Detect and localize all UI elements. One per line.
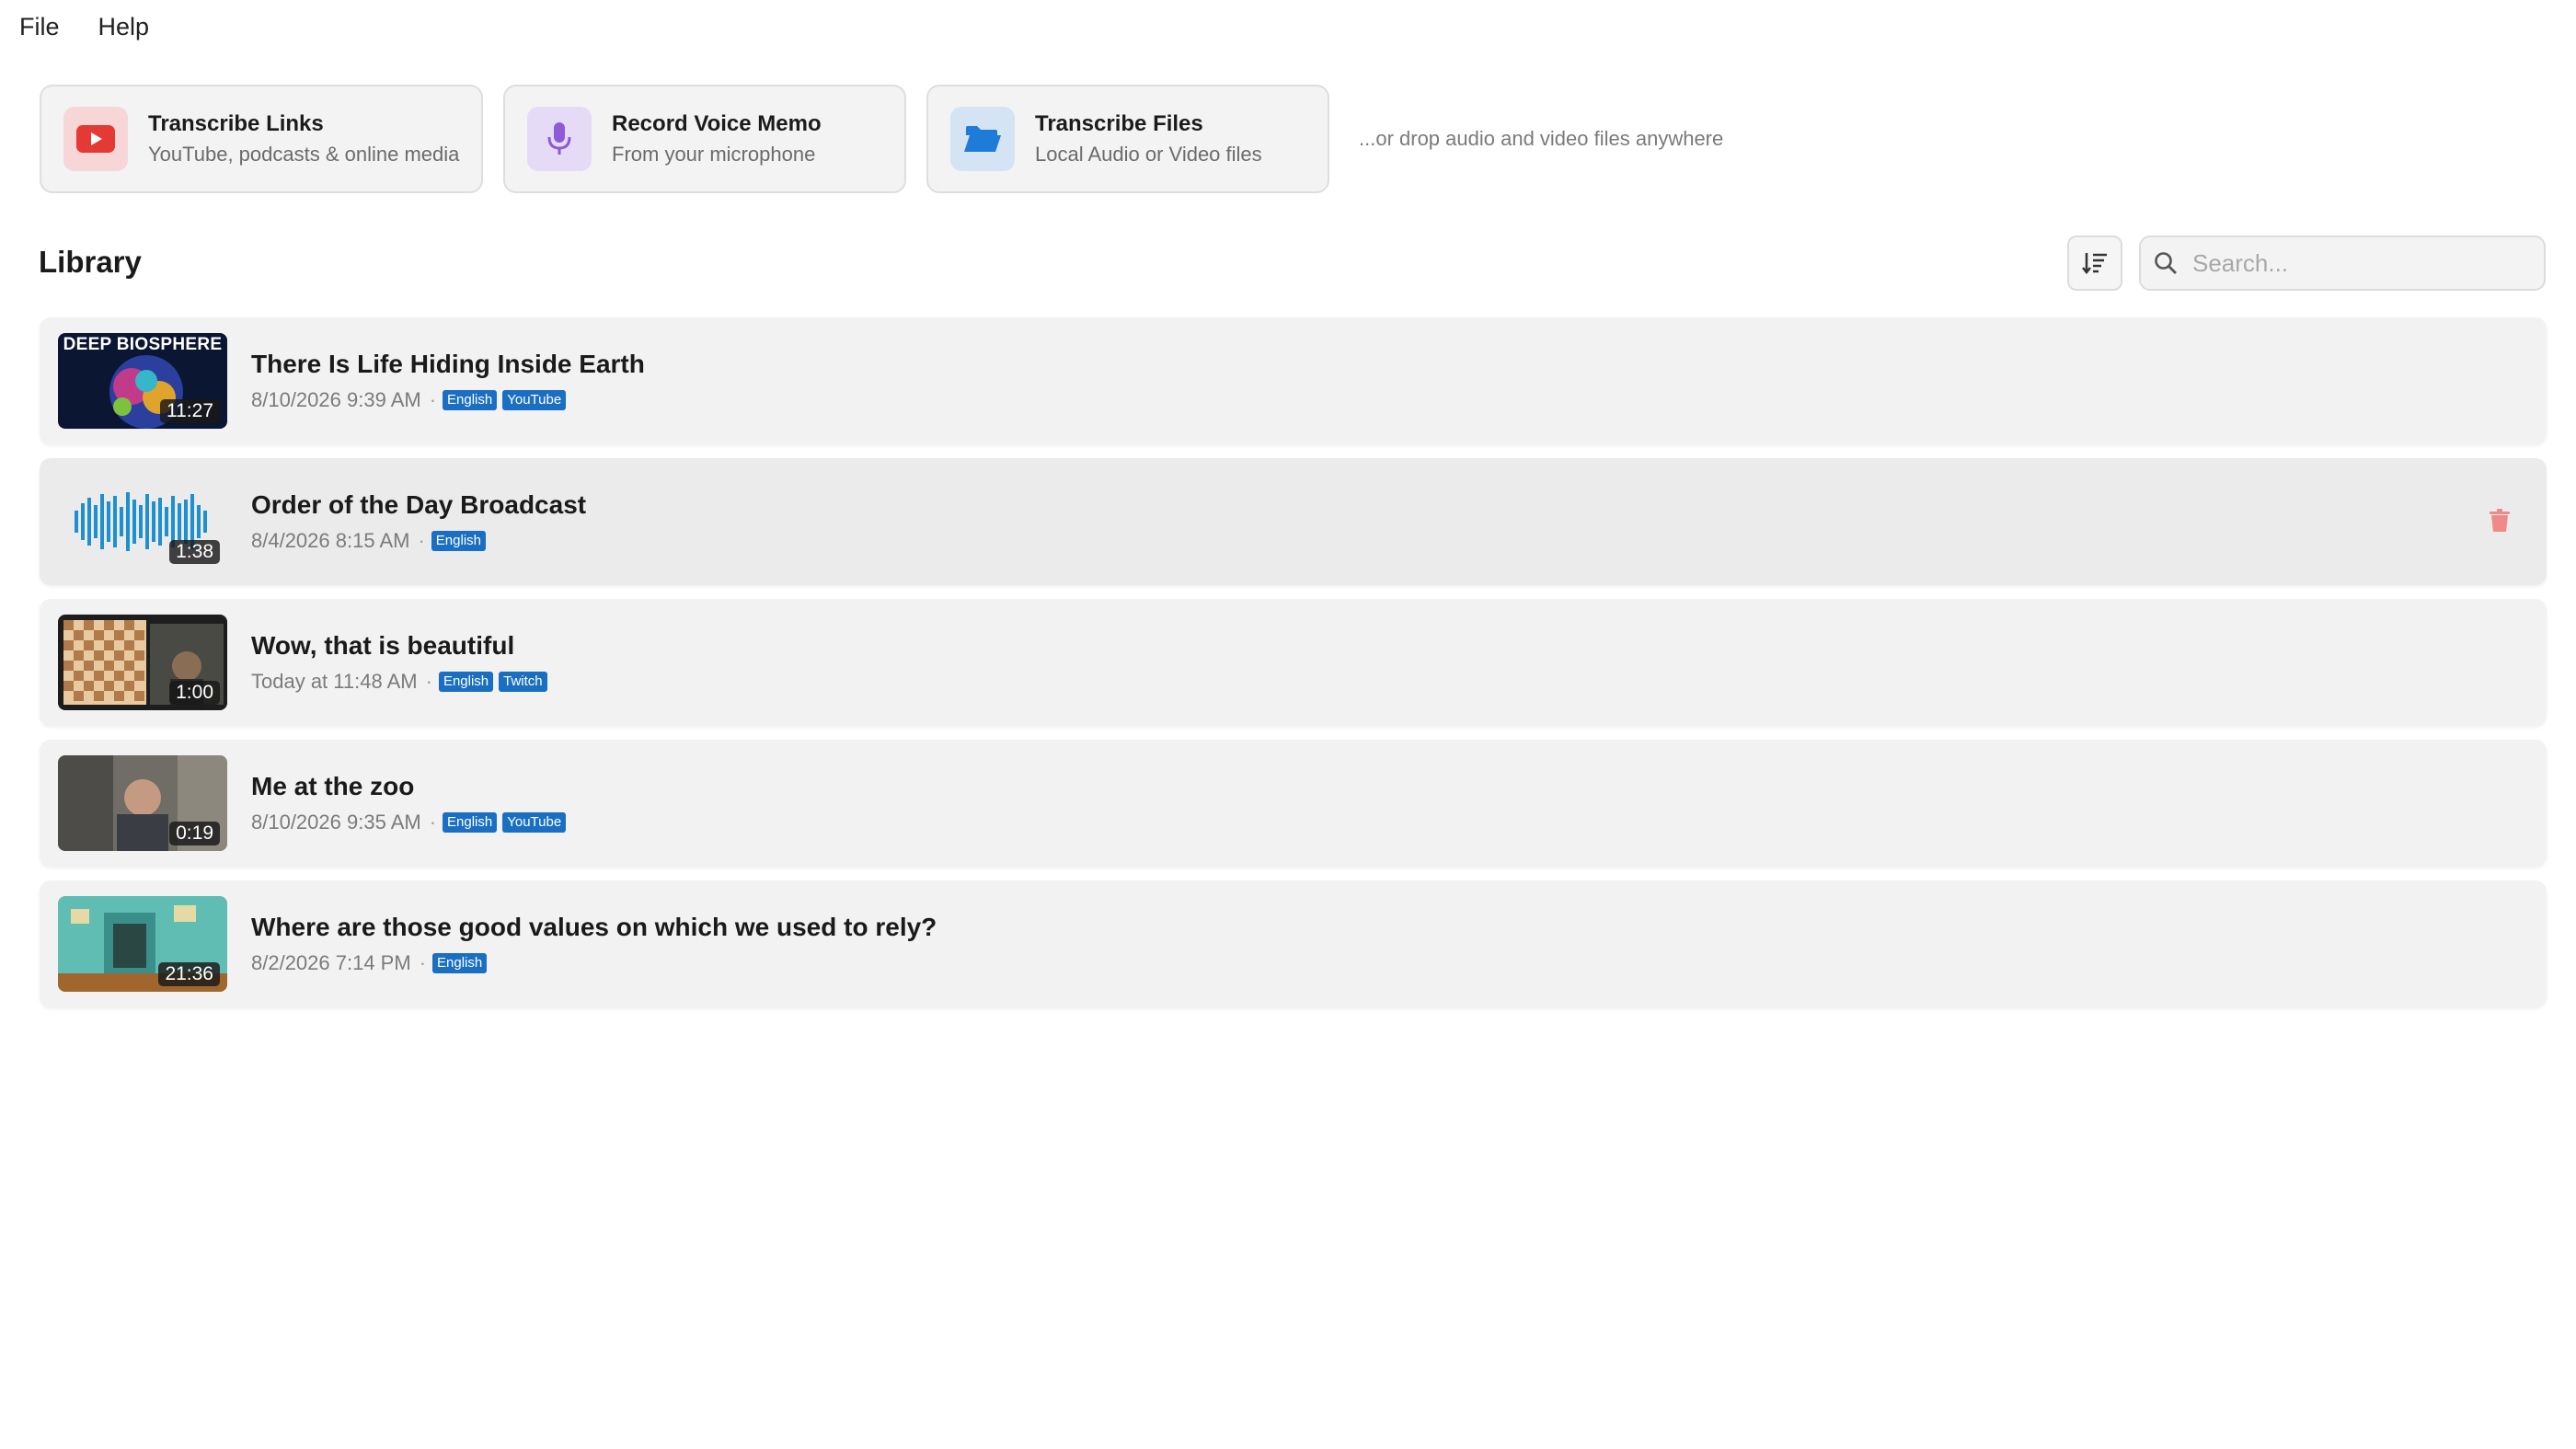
trash-icon[interactable] xyxy=(2490,509,2510,533)
item-date: 8/4/2026 8:15 AM xyxy=(251,529,410,552)
microphone-icon xyxy=(527,107,592,171)
item-date: Today at 11:48 AM xyxy=(251,670,418,693)
duration-badge: 1:38 xyxy=(169,540,220,564)
action-title: Transcribe Files xyxy=(1035,111,1203,136)
thumbnail: 21:36 xyxy=(58,896,227,992)
duration-badge: 0:19 xyxy=(169,822,220,845)
item-date: 8/10/2026 9:35 AM xyxy=(251,811,421,834)
duration-badge: 11:27 xyxy=(160,399,220,423)
duration-badge: 21:36 xyxy=(158,962,220,986)
thumbnail-caption: DEEP BIOSPHERE xyxy=(63,335,223,354)
tag-language: English xyxy=(443,390,498,410)
thumbnail: 1:00 xyxy=(58,615,227,710)
tag-source: YouTube xyxy=(502,390,567,410)
item-title: Me at the zoo xyxy=(251,772,415,800)
item-date: 8/2/2026 7:14 PM xyxy=(251,951,411,974)
item-title: There Is Life Hiding Inside Earth xyxy=(251,350,645,378)
tag-language: English xyxy=(432,953,488,973)
library-title: Library xyxy=(39,245,142,279)
search-box[interactable] xyxy=(2139,236,2546,291)
transcribe-links-button[interactable]: Transcribe Links YouTube, podcasts & onl… xyxy=(40,85,483,193)
menu-file[interactable]: File xyxy=(19,13,60,41)
record-voice-memo-button[interactable]: Record Voice Memo From your microphone xyxy=(503,85,906,193)
menu-bar: File Help xyxy=(0,0,188,53)
tag-source: Twitch xyxy=(499,672,547,692)
search-icon xyxy=(2155,252,2177,274)
action-subtitle: Local Audio or Video files xyxy=(1035,143,1262,166)
library-item[interactable]: DEEP BIOSPHERE 11:27 There Is Life Hidin… xyxy=(40,317,2547,444)
youtube-icon xyxy=(63,107,128,171)
tag-language: English xyxy=(431,531,486,551)
library-list: DEEP BIOSPHERE 11:27 There Is Life Hidin… xyxy=(40,317,2547,1021)
menu-help[interactable]: Help xyxy=(98,13,150,41)
library-item[interactable]: 1:38 Order of the Day Broadcast 8/4/2026… xyxy=(40,458,2547,585)
thumbnail: 1:38 xyxy=(58,474,227,569)
action-title: Record Voice Memo xyxy=(612,111,822,136)
sort-button[interactable] xyxy=(2067,236,2122,291)
action-title: Transcribe Links xyxy=(148,111,324,136)
library-item[interactable]: 21:36 Where are those good values on whi… xyxy=(40,880,2547,1007)
action-subtitle: YouTube, podcasts & online media xyxy=(148,143,460,166)
action-bar: Transcribe Links YouTube, podcasts & onl… xyxy=(40,85,1723,193)
search-input[interactable] xyxy=(2192,248,2542,278)
action-subtitle: From your microphone xyxy=(612,143,816,166)
tag-language: English xyxy=(443,812,498,833)
item-date: 8/10/2026 9:39 AM xyxy=(251,388,421,411)
transcribe-files-button[interactable]: Transcribe Files Local Audio or Video fi… xyxy=(926,85,1329,193)
folder-icon xyxy=(950,107,1015,171)
tag-source: YouTube xyxy=(502,812,567,833)
drop-hint: ...or drop audio and video files anywher… xyxy=(1359,127,1724,150)
thumbnail: DEEP BIOSPHERE 11:27 xyxy=(58,333,227,429)
item-title: Wow, that is beautiful xyxy=(251,631,515,660)
item-title: Order of the Day Broadcast xyxy=(251,490,587,519)
tag-language: English xyxy=(438,672,494,692)
sort-icon xyxy=(2082,253,2107,275)
duration-badge: 1:00 xyxy=(169,681,220,705)
thumbnail: 0:19 xyxy=(58,755,227,851)
item-title: Where are those good values on which we … xyxy=(251,913,937,941)
library-item[interactable]: 0:19 Me at the zoo 8/10/2026 9:35 AM · E… xyxy=(40,740,2547,867)
library-item[interactable]: 1:00 Wow, that is beautiful Today at 11:… xyxy=(40,599,2547,726)
